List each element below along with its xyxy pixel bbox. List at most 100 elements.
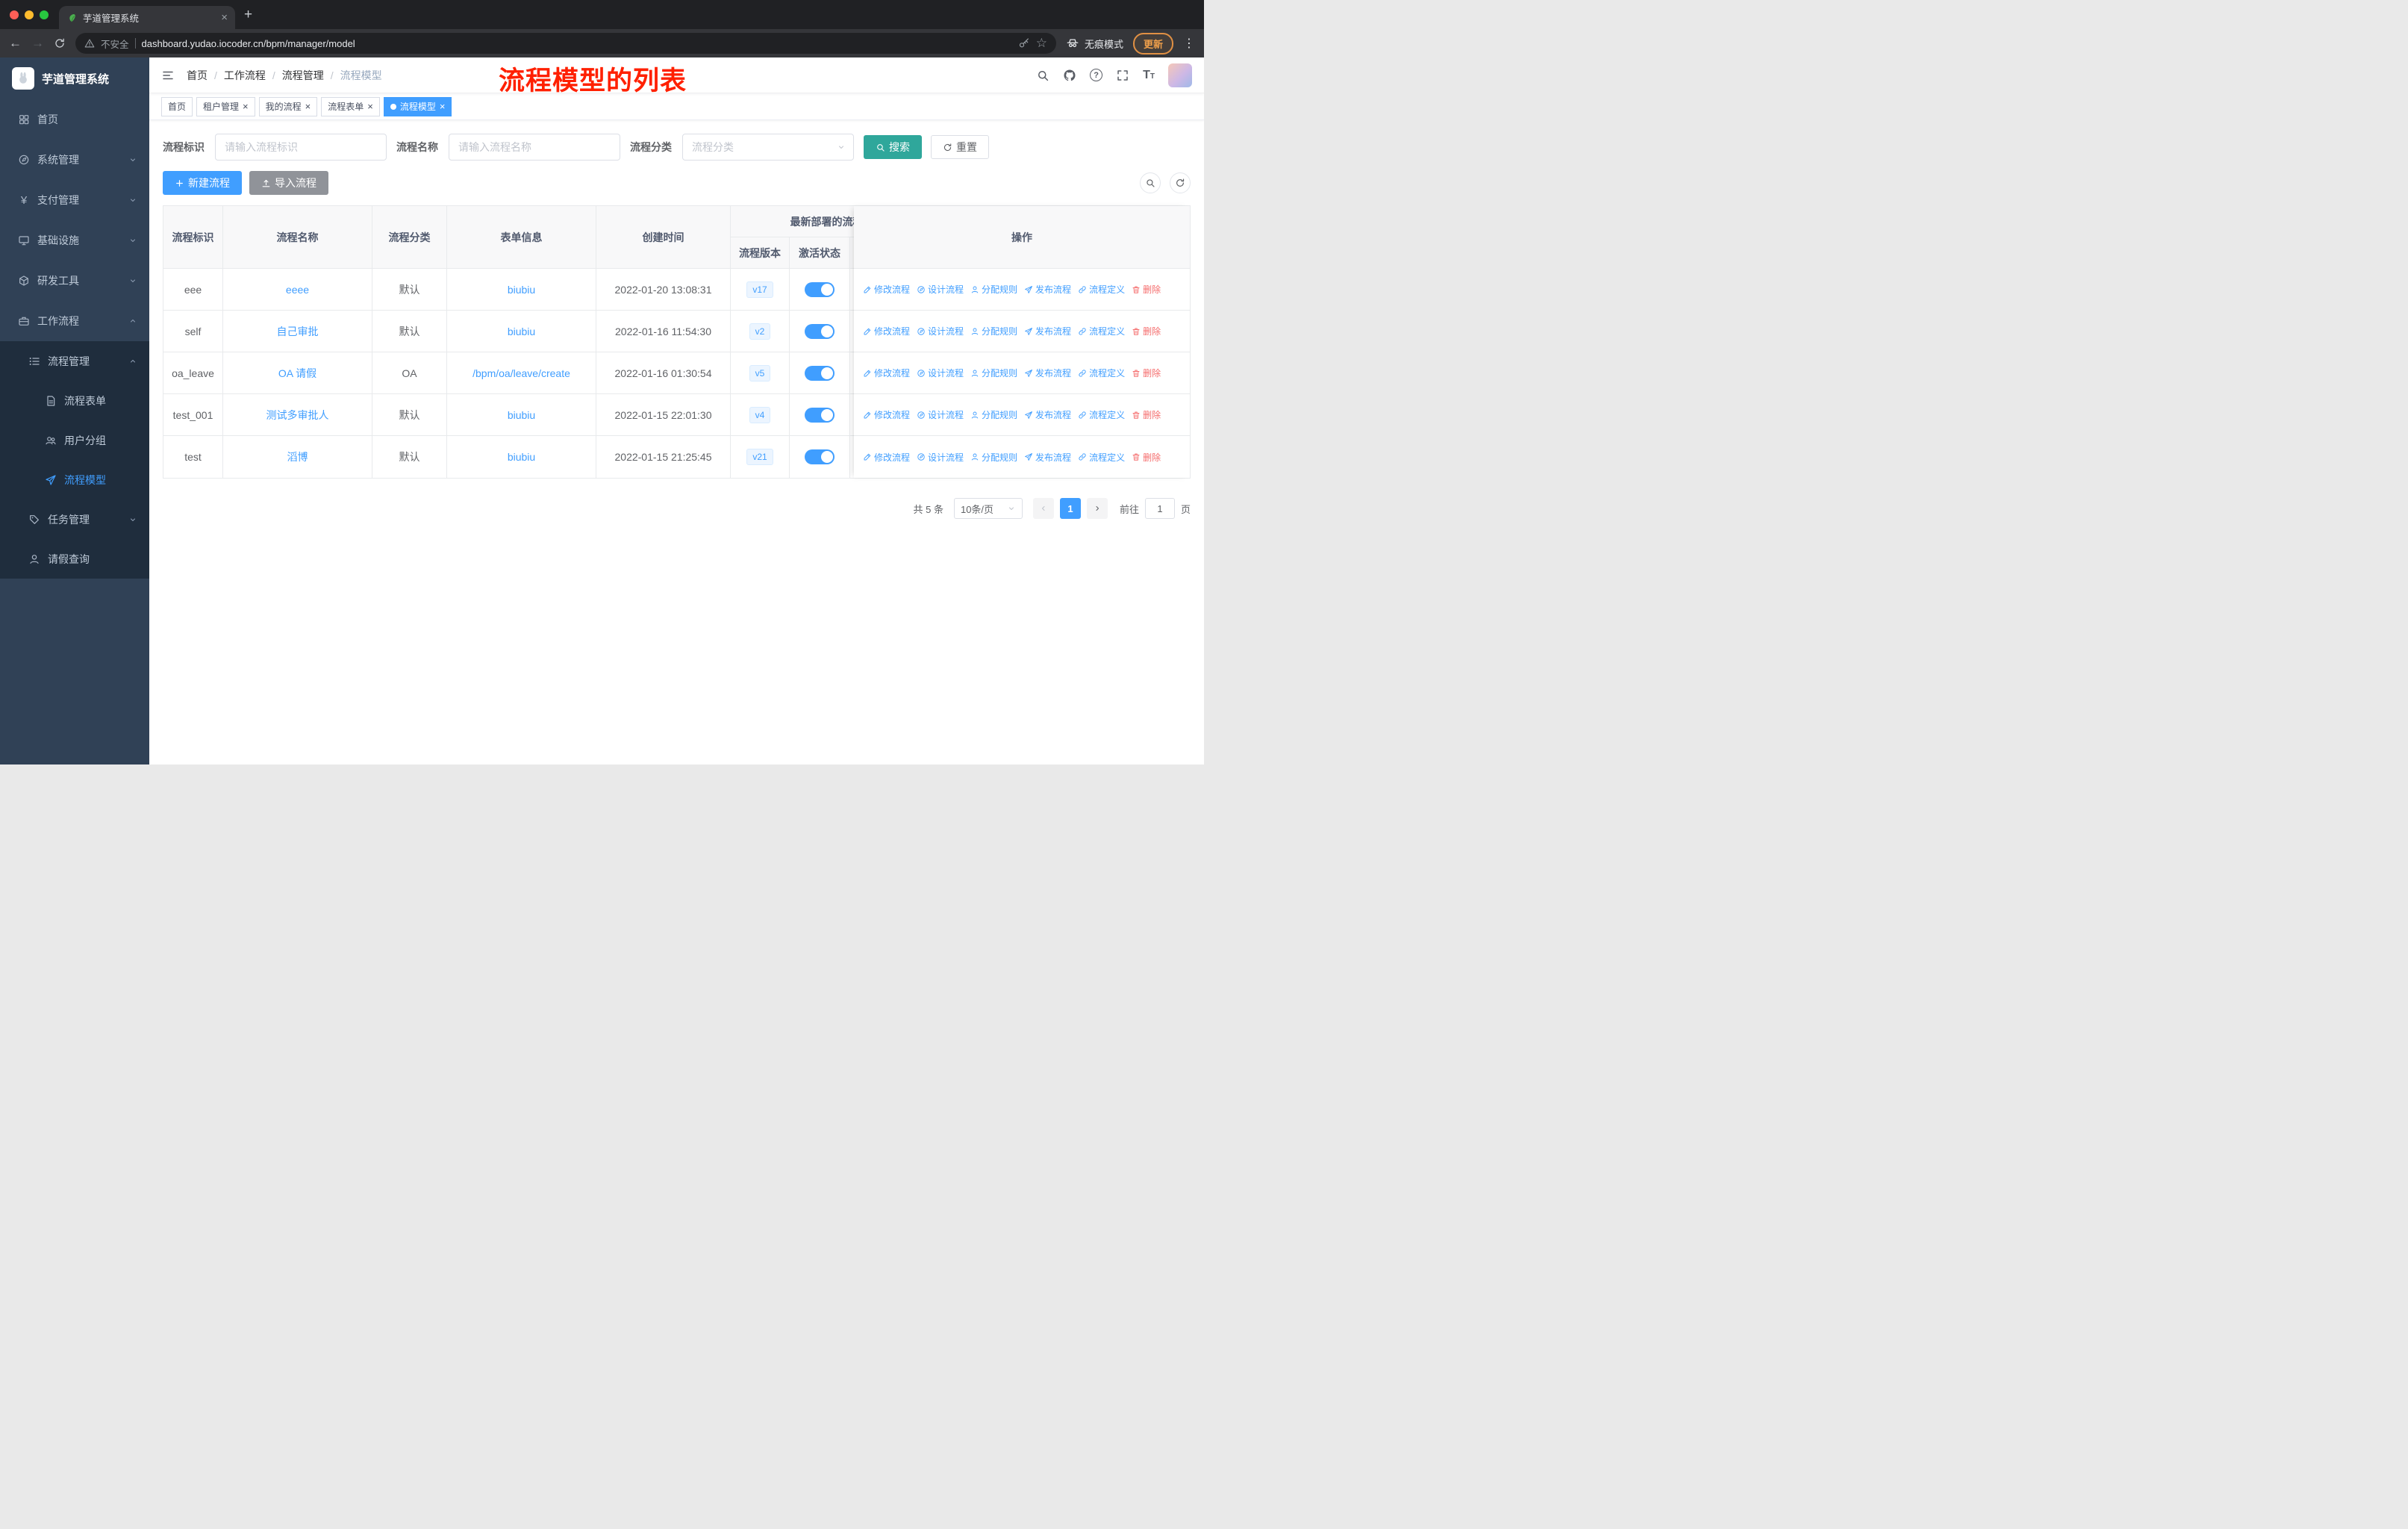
sidebar-item-process-form[interactable]: 流程表单 xyxy=(0,381,149,420)
form-info-link[interactable]: /bpm/oa/leave/create xyxy=(472,367,570,379)
help-icon[interactable]: ? xyxy=(1090,69,1103,81)
process-definition-link[interactable]: 流程定义 xyxy=(1078,408,1125,421)
process-name-link[interactable]: eeee xyxy=(286,284,309,296)
delete-link[interactable]: 删除 xyxy=(1132,408,1161,421)
sidebar-item-payment[interactable]: ¥ 支付管理 xyxy=(0,180,149,220)
process-definition-link[interactable]: 流程定义 xyxy=(1078,451,1125,464)
goto-page-input[interactable] xyxy=(1144,498,1175,519)
publish-process-link[interactable]: 发布流程 xyxy=(1024,408,1071,421)
breadcrumb-home[interactable]: 首页 xyxy=(187,68,208,83)
prev-page-button[interactable] xyxy=(1032,498,1054,519)
modify-process-link[interactable]: 修改流程 xyxy=(863,408,910,421)
assign-rule-link[interactable]: 分配规则 xyxy=(970,408,1017,421)
browser-menu-icon[interactable]: ⋮ xyxy=(1183,36,1195,51)
address-bar[interactable]: 不安全 dashboard.yudao.iocoder.cn/bpm/manag… xyxy=(75,33,1056,54)
process-version-tag[interactable]: v17 xyxy=(746,281,773,298)
browser-tab[interactable]: 芋道管理系统 × xyxy=(59,6,235,29)
import-process-button[interactable]: 导入流程 xyxy=(249,171,328,195)
toggle-search-button[interactable] xyxy=(1140,172,1161,193)
font-size-icon[interactable]: TT xyxy=(1143,69,1155,81)
delete-link[interactable]: 删除 xyxy=(1132,367,1161,379)
active-toggle[interactable] xyxy=(805,365,835,381)
breadcrumb-workflow[interactable]: 工作流程 xyxy=(224,68,266,83)
form-info-link[interactable]: biubiu xyxy=(508,451,535,463)
assign-rule-link[interactable]: 分配规则 xyxy=(970,451,1017,464)
modify-process-link[interactable]: 修改流程 xyxy=(863,451,910,464)
user-avatar[interactable] xyxy=(1168,63,1192,87)
tag-home[interactable]: 首页 xyxy=(161,96,193,116)
minimize-window-button[interactable] xyxy=(25,10,34,19)
github-icon[interactable] xyxy=(1063,69,1076,82)
page-size-select[interactable]: 10条/页 xyxy=(953,498,1023,519)
bookmark-star-icon[interactable]: ☆ xyxy=(1036,36,1047,51)
active-toggle[interactable] xyxy=(805,449,835,464)
process-version-tag[interactable]: v4 xyxy=(749,406,771,423)
tag-close-icon[interactable]: × xyxy=(440,102,446,111)
category-select[interactable]: 流程分类 xyxy=(682,134,854,161)
tag-process-form[interactable]: 流程表单 × xyxy=(321,96,380,116)
fullscreen-icon[interactable] xyxy=(1116,69,1129,82)
sidebar-item-task-management[interactable]: 任务管理 xyxy=(0,499,149,539)
process-key-input[interactable] xyxy=(215,134,387,161)
tag-tenant-management[interactable]: 租户管理 × xyxy=(196,96,255,116)
process-name-input[interactable] xyxy=(449,134,620,161)
tag-close-icon[interactable]: × xyxy=(305,102,311,111)
breadcrumb-process-management[interactable]: 流程管理 xyxy=(282,68,324,83)
publish-process-link[interactable]: 发布流程 xyxy=(1024,367,1071,379)
design-process-link[interactable]: 设计流程 xyxy=(917,283,964,296)
search-icon[interactable] xyxy=(1036,69,1049,82)
tag-my-process[interactable]: 我的流程 × xyxy=(258,96,318,116)
sidebar-item-infrastructure[interactable]: 基础设施 xyxy=(0,220,149,261)
process-definition-link[interactable]: 流程定义 xyxy=(1078,367,1125,379)
form-info-link[interactable]: biubiu xyxy=(508,409,535,421)
modify-process-link[interactable]: 修改流程 xyxy=(863,325,910,337)
next-page-button[interactable] xyxy=(1086,498,1108,519)
assign-rule-link[interactable]: 分配规则 xyxy=(970,367,1017,379)
reload-icon[interactable] xyxy=(54,37,66,49)
form-info-link[interactable]: biubiu xyxy=(508,284,535,296)
process-name-link[interactable]: 滔博 xyxy=(287,451,308,463)
back-icon[interactable]: ← xyxy=(9,36,22,51)
modify-process-link[interactable]: 修改流程 xyxy=(863,367,910,379)
refresh-table-button[interactable] xyxy=(1170,172,1191,193)
tag-close-icon[interactable]: × xyxy=(367,102,373,111)
close-window-button[interactable] xyxy=(10,10,19,19)
sidebar-item-user-group[interactable]: 用户分组 xyxy=(0,420,149,460)
password-key-icon[interactable] xyxy=(1018,37,1030,49)
publish-process-link[interactable]: 发布流程 xyxy=(1024,325,1071,337)
sidebar-collapse-icon[interactable] xyxy=(161,69,175,82)
create-process-button[interactable]: 新建流程 xyxy=(163,171,242,195)
publish-process-link[interactable]: 发布流程 xyxy=(1024,451,1071,464)
active-toggle[interactable] xyxy=(805,407,835,423)
active-toggle[interactable] xyxy=(805,281,835,297)
maximize-window-button[interactable] xyxy=(40,10,49,19)
process-name-link[interactable]: OA 请假 xyxy=(278,367,316,379)
forward-icon[interactable]: → xyxy=(31,36,44,51)
design-process-link[interactable]: 设计流程 xyxy=(917,408,964,421)
process-version-tag[interactable]: v5 xyxy=(749,364,771,382)
sidebar-item-devtools[interactable]: 研发工具 xyxy=(0,261,149,301)
active-toggle[interactable] xyxy=(805,323,835,339)
page-number-button[interactable]: 1 xyxy=(1059,498,1081,519)
design-process-link[interactable]: 设计流程 xyxy=(917,451,964,464)
process-definition-link[interactable]: 流程定义 xyxy=(1078,283,1125,296)
reset-button[interactable]: 重置 xyxy=(931,135,989,159)
update-button[interactable]: 更新 xyxy=(1132,32,1173,55)
modify-process-link[interactable]: 修改流程 xyxy=(863,283,910,296)
form-info-link[interactable]: biubiu xyxy=(508,326,535,337)
sidebar-item-process-management[interactable]: 流程管理 xyxy=(0,341,149,381)
tab-close-icon[interactable]: × xyxy=(221,11,228,24)
sidebar-item-workflow[interactable]: 工作流程 xyxy=(0,301,149,341)
process-name-link[interactable]: 自己审批 xyxy=(277,326,319,337)
process-version-tag[interactable]: v2 xyxy=(749,323,771,340)
design-process-link[interactable]: 设计流程 xyxy=(917,325,964,337)
sidebar-item-leave-query[interactable]: 请假查询 xyxy=(0,539,149,579)
sidebar-item-system[interactable]: 系统管理 xyxy=(0,140,149,180)
search-button[interactable]: 搜索 xyxy=(864,135,922,159)
publish-process-link[interactable]: 发布流程 xyxy=(1024,283,1071,296)
sidebar-item-home[interactable]: 首页 xyxy=(0,99,149,140)
process-definition-link[interactable]: 流程定义 xyxy=(1078,325,1125,337)
delete-link[interactable]: 删除 xyxy=(1132,325,1161,337)
sidebar-item-process-model[interactable]: 流程模型 xyxy=(0,460,149,499)
delete-link[interactable]: 删除 xyxy=(1132,451,1161,464)
